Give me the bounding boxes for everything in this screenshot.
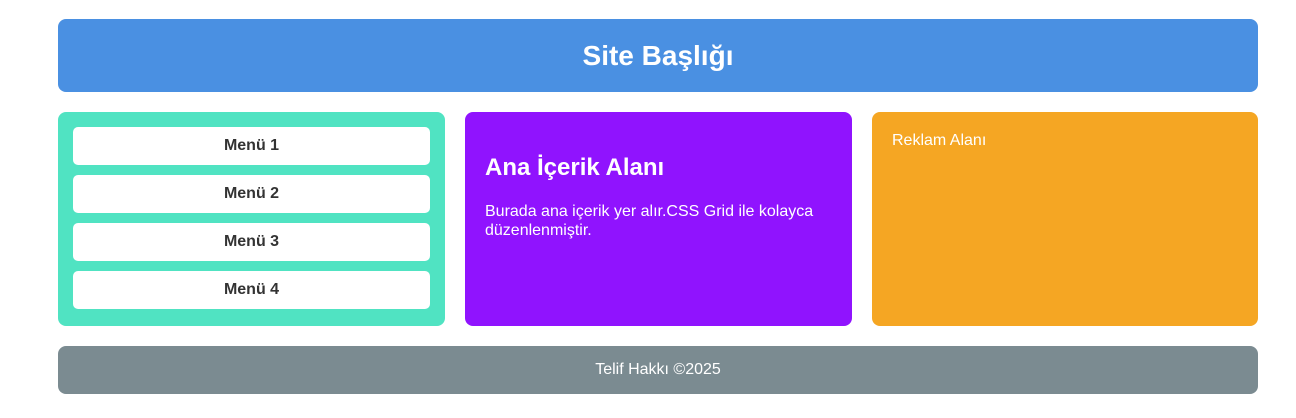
main-content-body: Burada ana içerik yer alır.CSS Grid ile … xyxy=(485,203,814,239)
menu-item-4[interactable]: Menü 4 xyxy=(73,271,430,309)
menu-item-3[interactable]: Menü 3 xyxy=(73,223,430,261)
main-content: Ana İçerik Alanı Burada ana içerik yer a… xyxy=(465,112,852,326)
menu-item-2[interactable]: Menü 2 xyxy=(73,175,430,213)
site-footer: Telif Hakkı ©2025 xyxy=(58,346,1258,394)
copyright-text: Telif Hakkı ©2025 xyxy=(595,361,721,378)
site-header: Site Başlığı xyxy=(58,19,1258,92)
site-title: Site Başlığı xyxy=(582,39,734,71)
main-content-title: Ana İçerik Alanı xyxy=(485,154,665,181)
page: Site Başlığı Menü 1 Menü 2 Menü 3 Menü 4… xyxy=(0,0,1296,418)
menu-item-1[interactable]: Menü 1 xyxy=(73,127,430,165)
ad-area: Reklam Alanı xyxy=(872,112,1258,326)
sidebar-menu: Menü 1 Menü 2 Menü 3 Menü 4 xyxy=(58,112,445,326)
ad-area-label: Reklam Alanı xyxy=(892,132,987,149)
